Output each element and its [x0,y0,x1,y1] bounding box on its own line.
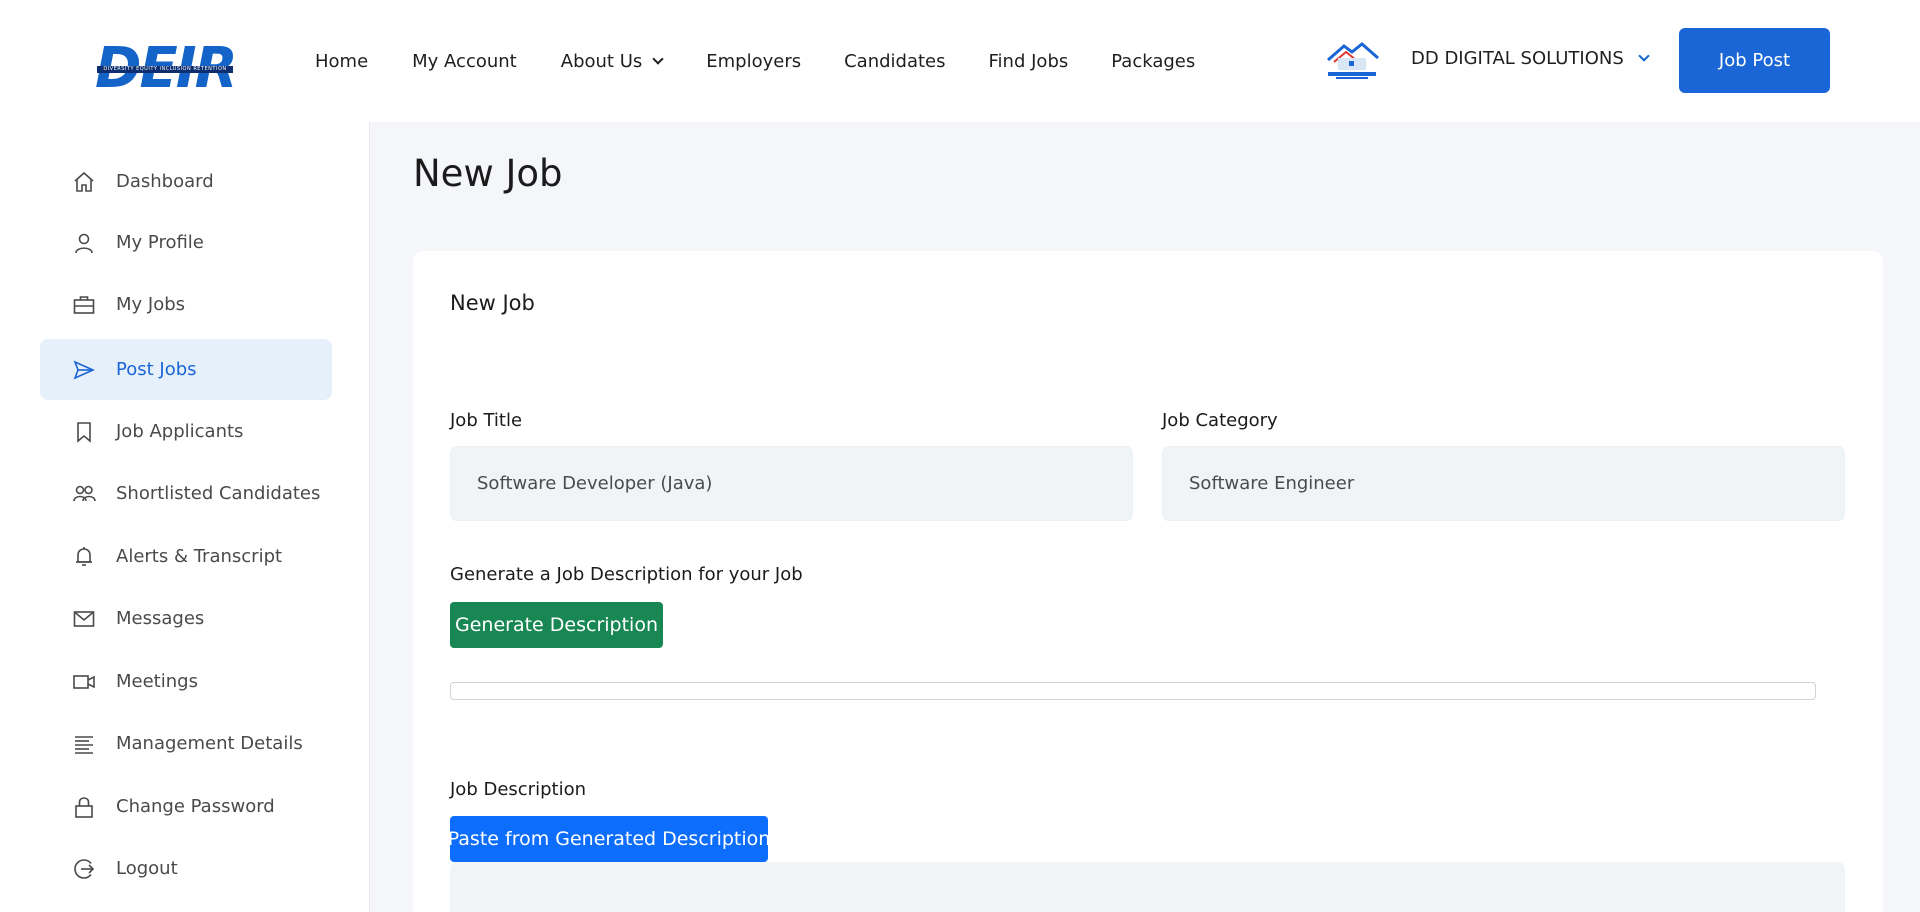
sidebar-item-dashboard[interactable]: Dashboard [40,151,332,212]
top-header: DEIR DIVERSITY EQUITY INCLUSION RETENTIO… [0,0,1920,122]
sidebar-item-label: My Profile [116,232,204,253]
job-category-input[interactable]: Software Engineer [1162,446,1845,521]
nav-packages[interactable]: Packages [1111,48,1195,74]
briefcase-icon [71,292,97,318]
job-title-input[interactable]: Software Developer (Java) [450,446,1133,521]
sidebar-item-label: Job Applicants [116,421,244,442]
user-icon [71,230,97,256]
sidebar-item-label: Alerts & Transcript [116,546,283,567]
page-title: New Job [413,152,563,195]
lock-icon [71,794,97,820]
job-category-label: Job Category [1162,410,1278,431]
users-icon [71,481,97,507]
card-title: New Job [450,291,535,315]
sidebar-item-my-profile[interactable]: My Profile [40,212,332,273]
nav-packages-label: Packages [1111,50,1196,72]
list-icon [71,731,97,757]
chevron-down-icon [1638,50,1650,62]
mail-icon [71,606,97,632]
sidebar-item-label: Shortlisted Candidates [116,483,321,504]
company-logo[interactable] [1322,38,1382,82]
sidebar-item-label: Messages [116,608,205,629]
nav-about-us[interactable]: About Us [560,48,664,74]
nav-my-account[interactable]: My Account [412,48,517,74]
job-description-editor[interactable] [450,862,1845,912]
sidebar-item-label: My Jobs [116,294,186,315]
main-nav: Home My Account About Us Employers Candi… [315,48,1195,74]
sidebar: Dashboard My Profile My Jobs Post Jobs J… [0,122,370,912]
generation-progress-bar [450,682,1816,700]
sidebar-item-my-jobs[interactable]: My Jobs [40,274,332,335]
send-icon [71,357,97,383]
bookmark-icon [71,419,97,445]
sidebar-item-alerts-transcript[interactable]: Alerts & Transcript [40,526,332,587]
sidebar-item-change-password[interactable]: Change Password [40,776,332,837]
job-description-label: Job Description [450,779,586,800]
generate-description-label: Generate a Job Description for your Job [450,564,803,585]
deir-logo[interactable]: DEIR DIVERSITY EQUITY INCLUSION RETENTIO… [95,36,238,102]
sidebar-item-job-applicants[interactable]: Job Applicants [40,401,332,462]
sidebar-item-label: Meetings [116,671,198,692]
job-post-button[interactable]: Job Post [1679,28,1830,93]
sidebar-item-logout[interactable]: Logout [40,838,332,899]
video-icon [71,669,97,695]
home-icon [71,169,97,195]
company-name: DD DIGITAL SOLUTIONS [1411,48,1624,69]
sidebar-item-post-jobs[interactable]: Post Jobs [40,339,332,400]
bell-icon [71,544,97,570]
nav-find-jobs-label: Find Jobs [988,50,1069,72]
chevron-down-icon [652,52,664,65]
nav-my-account-label: My Account [412,50,517,72]
job-title-label: Job Title [450,410,523,431]
nav-candidates[interactable]: Candidates [844,48,945,74]
nav-find-jobs[interactable]: Find Jobs [989,48,1069,74]
sidebar-item-label: Change Password [116,796,275,817]
house-logo-icon [1327,42,1379,79]
logout-icon [71,856,97,882]
sidebar-item-label: Logout [116,858,178,879]
company-menu[interactable]: DD DIGITAL SOLUTIONS [1411,48,1650,69]
nav-home-label: Home [315,50,369,72]
nav-candidates-label: Candidates [844,50,946,72]
sidebar-item-label: Dashboard [116,171,214,192]
paste-generated-description-button[interactable]: Paste from Generated Description [448,816,770,862]
new-job-form-card: New Job Job Title Software Developer (Ja… [413,251,1883,912]
sidebar-item-meetings[interactable]: Meetings [40,651,332,712]
sidebar-item-messages[interactable]: Messages [40,588,332,649]
sidebar-item-label: Management Details [116,733,303,754]
sidebar-item-label: Post Jobs [116,359,197,380]
nav-employers[interactable]: Employers [706,48,801,74]
generate-description-button[interactable]: Generate Description [450,602,663,648]
logo-tagline: DIVERSITY EQUITY INCLUSION RETENTION [97,66,233,73]
sidebar-item-management-details[interactable]: Management Details [40,713,332,774]
nav-employers-label: Employers [706,50,802,72]
nav-about-us-label: About Us [560,50,643,72]
sidebar-item-shortlisted-candidates[interactable]: Shortlisted Candidates [40,463,332,524]
nav-home[interactable]: Home [315,48,368,74]
